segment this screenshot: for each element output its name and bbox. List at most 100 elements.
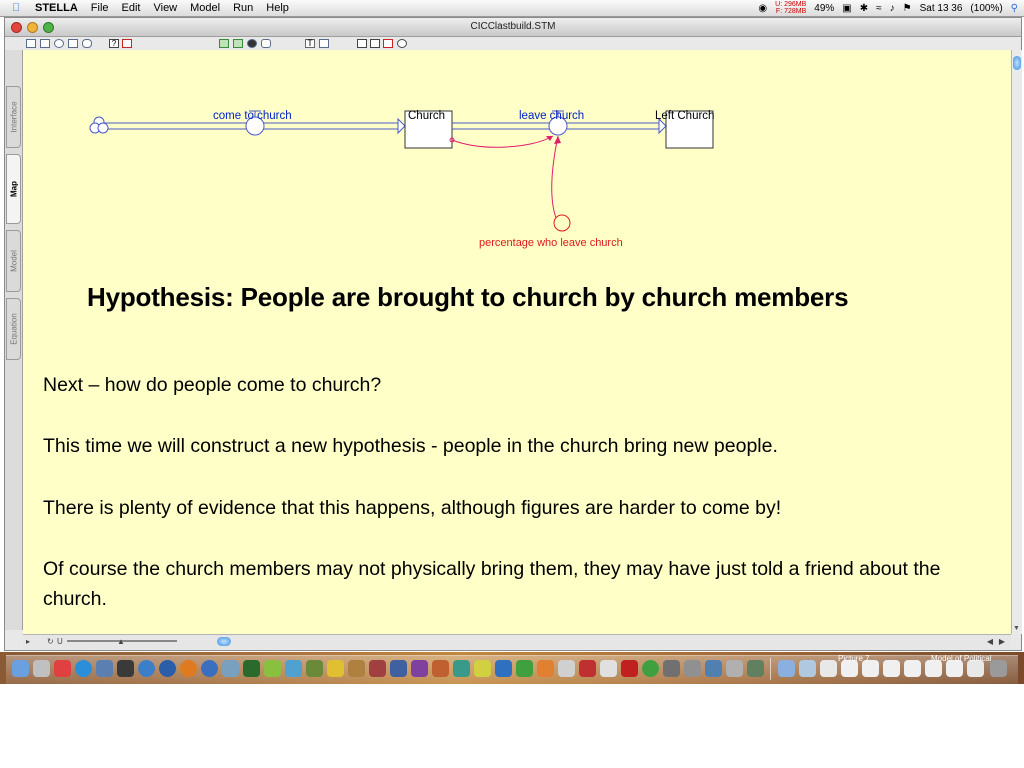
tab-map[interactable]: Map <box>6 154 21 224</box>
preview-icon[interactable] <box>558 660 575 677</box>
tab-equation[interactable]: Equation <box>6 298 21 360</box>
scroll-down-arrow-icon[interactable]: ▼ <box>1013 625 1020 632</box>
ghost-tool-icon[interactable] <box>397 39 407 48</box>
left-church-stock-label[interactable]: Left Church <box>655 110 714 122</box>
powerpoint-icon[interactable] <box>537 660 554 677</box>
tab-interface[interactable]: Interface <box>6 86 21 148</box>
app-icon-16[interactable] <box>327 660 344 677</box>
refresh-icon[interactable]: ↻ <box>47 637 54 646</box>
document-icon-1[interactable] <box>820 660 837 677</box>
stock-tool-icon[interactable] <box>26 39 36 48</box>
record-tool-icon[interactable] <box>122 39 132 48</box>
display-icon[interactable]: ▣ <box>842 3 851 14</box>
connector-converter-to-outflow[interactable] <box>551 135 559 219</box>
graph-tool-icon[interactable] <box>219 39 229 48</box>
app-icon-19[interactable] <box>390 660 407 677</box>
source-cloud-icon[interactable] <box>89 116 109 134</box>
button-tool-icon[interactable] <box>247 39 257 48</box>
network-icon[interactable] <box>159 660 176 677</box>
menu-file[interactable]: File <box>91 0 109 16</box>
percentage-converter[interactable] <box>553 214 571 232</box>
app-icon-33[interactable] <box>684 660 701 677</box>
acrobat-icon[interactable] <box>621 660 638 677</box>
battery-status[interactable]: (100%) <box>970 3 1002 14</box>
bluetooth-icon[interactable]: ✱ <box>860 3 868 14</box>
lock-icon[interactable]: U <box>57 637 63 646</box>
run-controls-icon[interactable]: ▸ <box>26 637 30 646</box>
quicktime-icon[interactable] <box>117 660 134 677</box>
volume-icon[interactable]: ♪ <box>890 3 895 14</box>
scroll-left-arrow-icon[interactable]: ◀ <box>987 637 993 646</box>
document-icon-5[interactable] <box>904 660 921 677</box>
app-icon-29[interactable] <box>600 660 617 677</box>
firefox-icon[interactable] <box>180 660 197 677</box>
globe-icon[interactable] <box>201 660 218 677</box>
vertical-scrollbar[interactable]: ▼ <box>1011 50 1022 634</box>
scroll-right-arrow-icon[interactable]: ▶ <box>999 637 1005 646</box>
cpu-meter[interactable]: 49% <box>814 3 834 14</box>
mail-icon[interactable] <box>33 660 50 677</box>
app-icon-18[interactable] <box>369 660 386 677</box>
magnifier-icon[interactable] <box>799 660 816 677</box>
app-icon-17[interactable] <box>348 660 365 677</box>
app-icon-23[interactable] <box>474 660 491 677</box>
menu-run[interactable]: Run <box>233 0 253 16</box>
converter-tool-icon[interactable] <box>54 39 64 48</box>
app-icon-28[interactable] <box>579 660 596 677</box>
apple-menu-icon[interactable]:  <box>12 2 26 14</box>
excel-icon[interactable] <box>516 660 533 677</box>
applications-folder-icon[interactable] <box>778 660 795 677</box>
zoom-slider-knob[interactable]: ▲ <box>117 637 125 646</box>
dreamweaver-icon[interactable] <box>264 660 281 677</box>
trash-icon[interactable] <box>990 660 1007 677</box>
horizontal-scroll-thumb[interactable] <box>217 637 231 646</box>
flow-tool-icon[interactable] <box>40 39 50 48</box>
table-tool-icon[interactable] <box>233 39 243 48</box>
title-bar[interactable]: CICClastbuild.STM <box>5 18 1021 37</box>
app-icon-34[interactable] <box>705 660 722 677</box>
dynamite-tool-icon[interactable] <box>383 39 393 48</box>
menu-view[interactable]: View <box>153 0 177 16</box>
vertical-scroll-thumb[interactable] <box>1013 56 1021 70</box>
slider-tool-icon[interactable] <box>261 39 271 48</box>
wifi-icon[interactable]: ≈ <box>876 3 882 14</box>
finder-icon[interactable] <box>12 660 29 677</box>
flag-icon[interactable]: ⚑ <box>903 3 912 14</box>
help-tool-icon[interactable]: ? <box>109 39 119 48</box>
hand-tool-icon[interactable] <box>370 39 380 48</box>
clock[interactable]: Sat 13 36 <box>920 3 963 14</box>
app-icon-21[interactable] <box>432 660 449 677</box>
word-icon[interactable] <box>495 660 512 677</box>
ical-icon[interactable] <box>54 660 71 677</box>
safari-icon[interactable] <box>138 660 155 677</box>
network-utility-icon[interactable] <box>222 660 239 677</box>
church-stock-label[interactable]: Church <box>408 110 445 122</box>
app-icon-31[interactable] <box>642 660 659 677</box>
menu-help[interactable]: Help <box>266 0 289 16</box>
app-icon-15[interactable] <box>306 660 323 677</box>
connector-tool-icon[interactable] <box>68 39 78 48</box>
menu-app-name[interactable]: STELLA <box>35 0 78 16</box>
skype-icon[interactable] <box>75 660 92 677</box>
menu-edit[interactable]: Edit <box>122 0 141 16</box>
leave-church-label[interactable]: leave church <box>519 110 584 122</box>
come-to-church-label[interactable]: come to church <box>213 110 292 122</box>
decision-tool-icon[interactable] <box>82 39 92 48</box>
connector-church-to-outflow[interactable] <box>451 135 554 148</box>
picture-tool-icon[interactable] <box>319 39 329 48</box>
itunes-icon[interactable] <box>285 660 302 677</box>
app-icon-22[interactable] <box>453 660 470 677</box>
menu-model[interactable]: Model <box>190 0 220 16</box>
binoculars-icon[interactable]: ◉ <box>758 3 767 14</box>
spotlight-icon[interactable]: ⚲ <box>1011 3 1018 14</box>
document-icon-4[interactable] <box>883 660 900 677</box>
tab-model[interactable]: Model <box>6 230 21 292</box>
map-canvas[interactable]: come to church Church leave church Left … <box>23 50 1011 634</box>
vpn-icon[interactable] <box>243 660 260 677</box>
pointer-tool-icon[interactable] <box>357 39 367 48</box>
app-icon-36[interactable] <box>747 660 764 677</box>
text-tool-icon[interactable]: T <box>305 39 315 48</box>
contacts-icon[interactable] <box>96 660 113 677</box>
app-icon-35[interactable] <box>726 660 743 677</box>
horizontal-scrollbar[interactable]: ▸ ↻ U ▲ ◀ ▶ <box>23 634 1011 649</box>
